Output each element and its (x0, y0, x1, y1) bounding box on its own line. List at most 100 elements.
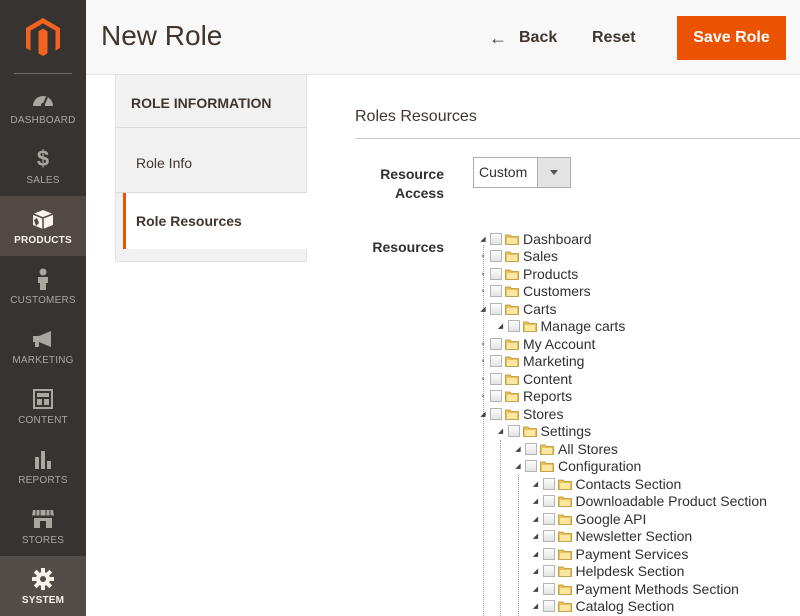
nav-system[interactable]: SYSTEM (0, 556, 86, 616)
tree-node-label: Newsletter Section (575, 528, 693, 544)
tree-checkbox[interactable] (490, 355, 502, 367)
tree-checkbox[interactable] (542, 530, 555, 542)
tree-checkbox[interactable] (490, 250, 502, 262)
resource-access-select[interactable]: Custom (473, 157, 571, 188)
tree-node[interactable]: ◢ Payment Methods Section (531, 580, 739, 597)
tree-node[interactable]: ◢ Payment Services (531, 545, 689, 562)
tree-expanded-icon[interactable]: ◢ (478, 304, 488, 314)
tree-leaf-icon[interactable]: ∘ (478, 251, 488, 261)
tree-checkbox[interactable] (542, 582, 555, 595)
tree-expanded-icon[interactable]: ◢ (531, 531, 541, 541)
nav-products[interactable]: PRODUCTS (0, 196, 86, 256)
tree-expanded-icon[interactable]: ◢ (513, 461, 523, 471)
tree-expanded-icon[interactable]: ◢ (531, 601, 541, 611)
tree-node[interactable]: ◢ Stores (478, 405, 563, 422)
tree-node[interactable]: ∘ Reports (478, 388, 572, 405)
tree-checkbox[interactable] (542, 565, 555, 577)
tree-expanded-icon[interactable]: ◢ (513, 444, 523, 454)
tree-node[interactable]: ◢ Helpdesk Section (531, 563, 685, 580)
nav-customers[interactable]: CUSTOMERS (0, 256, 86, 316)
tree-expanded-icon[interactable]: ◢ (531, 549, 541, 559)
tree-checkbox[interactable] (525, 442, 537, 455)
tree-checkbox[interactable] (490, 232, 502, 245)
tree-node[interactable]: ◢ All Stores (513, 440, 618, 457)
tree-leaf-icon[interactable]: ∘ (478, 339, 488, 349)
folder-icon (522, 426, 537, 437)
tree-checkbox[interactable] (507, 320, 520, 332)
tree-checkbox[interactable] (490, 267, 502, 280)
tree-node[interactable]: ◢ Settings (496, 423, 591, 440)
tree-node-label: Content (523, 370, 573, 387)
tree-expanded-icon[interactable]: ◢ (478, 234, 488, 244)
tree-node[interactable]: ◢ Dashboard (478, 230, 591, 247)
tree-checkbox[interactable] (490, 407, 502, 420)
tree-checkbox[interactable] (542, 600, 555, 612)
tree-checkbox[interactable] (542, 495, 555, 507)
chevron-down-icon (537, 158, 570, 187)
tree-node[interactable]: ∘ My Account (478, 335, 596, 352)
resource-access-label: Resource Access (372, 165, 444, 203)
tree-checkbox[interactable] (490, 390, 502, 402)
tree-expanded-icon[interactable]: ◢ (531, 584, 541, 594)
tree-node[interactable]: ◢ Downloadable Product Section (531, 493, 767, 510)
tree-checkbox[interactable] (525, 460, 537, 472)
magento-logo[interactable] (0, 0, 86, 75)
tree-expanded-icon[interactable]: ◢ (531, 514, 541, 524)
tree-node-label: Configuration (558, 458, 642, 474)
tree-node[interactable]: ◢ Catalog Section (531, 598, 675, 615)
folder-icon (540, 461, 554, 472)
tree-checkbox[interactable] (490, 372, 502, 385)
tree-node[interactable]: ∘ Marketing (478, 353, 585, 370)
tree-leaf-icon[interactable]: ∘ (478, 286, 488, 296)
nav-content[interactable]: CONTENT (0, 376, 86, 436)
tree-node[interactable]: ◢ Google API (531, 510, 647, 527)
tree-expanded-icon[interactable]: ◢ (496, 426, 506, 436)
tree-node[interactable]: ◢ Carts (478, 300, 556, 317)
nav-stores[interactable]: STORES (0, 496, 86, 556)
tree-node[interactable]: ∘ Customers (478, 283, 591, 300)
nav-sales[interactable]: $ SALES (0, 136, 86, 196)
tree-checkbox[interactable] (490, 337, 502, 350)
tree-leaf-icon[interactable]: ∘ (478, 391, 488, 401)
tree-checkbox[interactable] (542, 512, 555, 525)
tree-leaf-icon[interactable]: ∘ (478, 269, 488, 279)
tab-role-info[interactable]: Role Info (116, 133, 306, 193)
nav-dashboard[interactable]: DASHBOARD (0, 76, 86, 136)
tabs-heading: ROLE INFORMATION (116, 75, 306, 128)
nav-reports[interactable]: REPORTS (0, 436, 86, 496)
tree-expanded-icon[interactable]: ◢ (531, 566, 541, 576)
tree-node-label: Contacts Section (575, 475, 682, 492)
resource-access-value: Custom (479, 164, 528, 180)
tree-expanded-icon[interactable]: ◢ (531, 496, 541, 506)
tree-node[interactable]: ◢ Newsletter Section (531, 528, 693, 545)
tree-leaf-icon[interactable]: ∘ (478, 356, 488, 366)
nav-marketing[interactable]: MARKETING (0, 316, 86, 376)
tree-checkbox[interactable] (542, 547, 555, 560)
tree-expanded-icon[interactable]: ◢ (531, 479, 541, 489)
section-divider (355, 138, 800, 139)
tree-node[interactable]: ∘ Products (478, 265, 578, 282)
reset-button[interactable]: Reset (592, 18, 636, 58)
back-button[interactable]: ← Back (489, 18, 557, 58)
tree-expanded-icon[interactable]: ◢ (496, 321, 506, 331)
tree-node-label: Sales (523, 248, 559, 264)
tree-node[interactable]: ∘ Sales (478, 248, 558, 265)
tab-role-resources[interactable]: Role Resources (123, 193, 307, 249)
folder-icon (505, 409, 519, 420)
tree-checkbox[interactable] (490, 285, 502, 297)
tree-checkbox[interactable] (507, 425, 520, 437)
tree-node-label: Manage carts (540, 318, 626, 334)
save-role-button[interactable]: Save Role (677, 16, 786, 60)
tree-node[interactable]: ◢ Configuration (513, 458, 641, 475)
tree-checkbox[interactable] (490, 302, 502, 315)
folder-icon (557, 566, 572, 577)
person-icon (36, 267, 50, 291)
logo-divider (14, 73, 72, 74)
gear-icon (32, 567, 54, 591)
tree-checkbox[interactable] (542, 477, 555, 490)
tree-expanded-icon[interactable]: ◢ (478, 409, 488, 419)
tree-node[interactable]: ◢ Manage carts (496, 318, 626, 335)
tree-leaf-icon[interactable]: ∘ (478, 374, 488, 384)
tree-node[interactable]: ◢ Contacts Section (531, 475, 682, 492)
tree-node[interactable]: ∘ Content (478, 370, 572, 387)
